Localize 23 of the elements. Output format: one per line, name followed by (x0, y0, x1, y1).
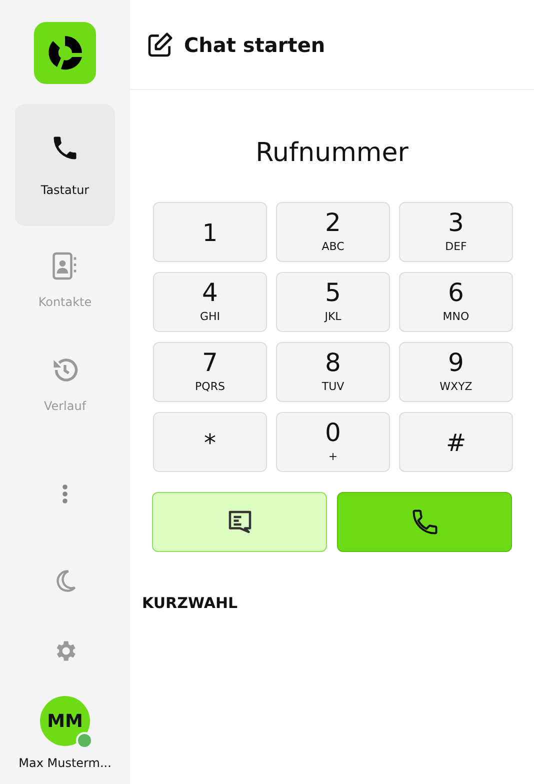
keypad-key[interactable]: 9 WXYZ (399, 342, 513, 402)
user-avatar[interactable]: MM (40, 696, 90, 746)
keypad-key[interactable]: 2 ABC (276, 202, 390, 262)
edit-icon[interactable] (146, 30, 174, 58)
keypad-key[interactable]: # (399, 412, 513, 472)
keypad-key[interactable]: 7 PQRS (153, 342, 267, 402)
keypad-key[interactable]: * (153, 412, 267, 472)
keypad-key[interactable]: 3 DEF (399, 202, 513, 262)
header-title: Chat starten (184, 32, 326, 56)
dialer-title: Rufnummer (254, 138, 410, 168)
keypad-key[interactable]: 4 GHI (153, 272, 267, 332)
nav-item[interactable]: Tastatur (15, 104, 115, 226)
keypad-key[interactable]: 0 + (276, 412, 390, 472)
keypad-key[interactable]: 6 MNO (399, 272, 513, 332)
message-button[interactable] (152, 492, 327, 552)
keypad-key[interactable]: 5 JKL (276, 272, 390, 332)
user-name: Max Musterm... (18, 756, 112, 770)
more-icon[interactable] (62, 484, 68, 504)
logo-icon (34, 22, 96, 84)
keypad-key[interactable]: 8 TUV (276, 342, 390, 402)
keypad-key[interactable]: 1 (153, 202, 267, 262)
user-initials: MM (47, 710, 83, 732)
section-title: KURZWAHL (142, 594, 239, 612)
